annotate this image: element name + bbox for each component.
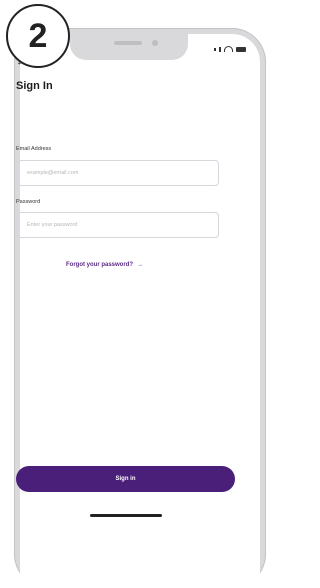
signal-icon xyxy=(214,47,216,51)
forgot-password-label: Forgot your password? xyxy=(66,262,134,268)
signal-icon xyxy=(219,46,221,52)
arrow-right-icon: → xyxy=(137,262,144,268)
password-field[interactable] xyxy=(17,213,218,237)
page-title: Sign In xyxy=(16,80,53,92)
email-label: Email Address xyxy=(16,146,52,152)
status-bar xyxy=(214,46,246,52)
back-arrow-icon[interactable]: ← xyxy=(16,56,27,68)
phone-frame xyxy=(14,28,266,588)
wifi-icon xyxy=(224,46,233,52)
battery-icon xyxy=(236,46,246,52)
forgot-password-link[interactable]: Forgot your password? → xyxy=(66,262,143,268)
speaker-icon xyxy=(114,41,142,45)
password-label: Password xyxy=(16,199,41,205)
password-field-container xyxy=(16,212,219,238)
email-field[interactable] xyxy=(17,161,218,185)
home-indicator xyxy=(90,514,162,517)
email-field-container xyxy=(16,160,219,186)
app-screen xyxy=(20,34,260,588)
camera-icon xyxy=(152,40,158,46)
phone-notch xyxy=(70,34,188,60)
sign-in-button[interactable]: Sign in xyxy=(16,466,235,492)
